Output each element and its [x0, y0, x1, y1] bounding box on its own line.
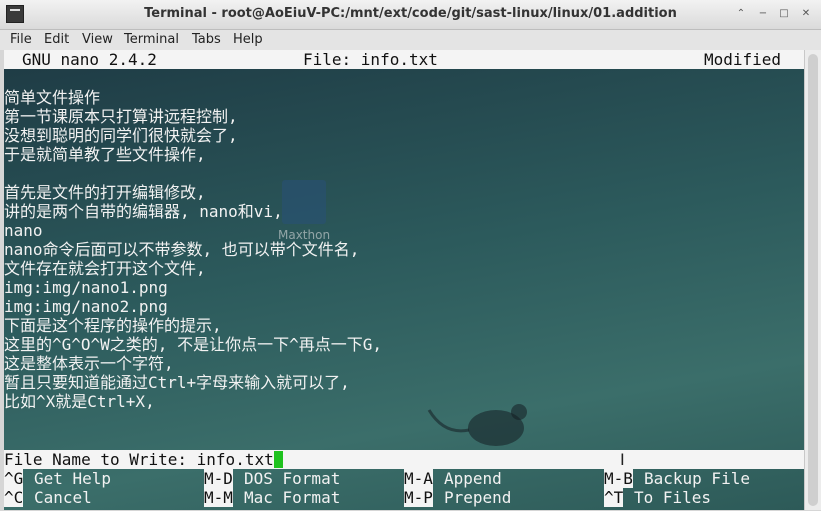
- shade-button[interactable]: ⌃: [733, 6, 749, 22]
- nano-modified-status: Modified: [704, 50, 782, 69]
- terminal-area[interactable]: Maxthon GNU nano 2.4.2 File: info.txt Mo…: [4, 50, 804, 510]
- menu-bar: File Edit View Terminal Tabs Help: [0, 30, 821, 50]
- filename-input[interactable]: info.txt: [197, 450, 274, 469]
- menu-tabs[interactable]: Tabs: [192, 32, 221, 47]
- shortcut-key[interactable]: M-B: [604, 469, 633, 488]
- text-line: nano命令后面可以不带参数, 也可以带个文件名,: [4, 240, 360, 259]
- shortcut-label[interactable]: DOS Format: [244, 469, 340, 488]
- text-line: 这是整体表示一个字符,: [4, 354, 174, 373]
- shortcut-label[interactable]: Cancel: [34, 488, 92, 507]
- text-cursor: [273, 451, 283, 468]
- menu-view[interactable]: View: [82, 32, 113, 47]
- menu-help[interactable]: Help: [233, 32, 263, 47]
- shortcut-label[interactable]: Mac Format: [244, 488, 340, 507]
- text-line: 文件存在就会打开这个文件,: [4, 259, 206, 278]
- text-line: 暂且只要知道能通过Ctrl+字母来输入就可以了,: [4, 373, 350, 392]
- scrollbar-thumb[interactable]: [808, 54, 818, 506]
- shortcut-key[interactable]: M-P: [404, 488, 433, 507]
- nano-version: GNU nano 2.4.2: [22, 50, 157, 69]
- terminal-window: Terminal - root@AoEiuV-PC:/mnt/ext/code/…: [0, 0, 821, 511]
- shortcut-key[interactable]: ^T: [604, 488, 624, 507]
- nano-header: GNU nano 2.4.2 File: info.txt Modified: [4, 50, 804, 69]
- text-line: img:img/nano2.png: [4, 297, 168, 316]
- title-bar[interactable]: Terminal - root@AoEiuV-PC:/mnt/ext/code/…: [0, 0, 821, 30]
- nano-filename: File: info.txt: [303, 50, 438, 69]
- text-line: 第一节课原本只打算讲远程控制,: [4, 107, 238, 126]
- shortcut-label[interactable]: To Files: [634, 488, 711, 507]
- shortcut-label[interactable]: Prepend: [444, 488, 511, 507]
- text-line: 讲的是两个自带的编辑器, nano和vi,: [4, 202, 283, 221]
- shortcut-label[interactable]: Append: [444, 469, 502, 488]
- text-line: 于是就简单教了些文件操作,: [4, 145, 206, 164]
- shortcut-key[interactable]: M-D: [204, 469, 233, 488]
- shortcut-label[interactable]: Get Help: [34, 469, 111, 488]
- text-line: img:img/nano1.png: [4, 278, 168, 297]
- prompt-line[interactable]: File Name to Write: info.txt: [4, 450, 283, 469]
- shortcut-label[interactable]: Backup File: [644, 469, 750, 488]
- desktop-app-icon: [282, 180, 326, 224]
- text-line: 没想到聪明的同学们很快就会了,: [4, 126, 238, 145]
- mouse-ibeam-cursor: I: [620, 450, 625, 469]
- prompt-label: File Name to Write:: [4, 450, 197, 469]
- shortcut-key[interactable]: M-A: [404, 469, 433, 488]
- close-button[interactable]: ✕: [798, 6, 814, 22]
- menu-edit[interactable]: Edit: [44, 32, 69, 47]
- text-line: 这里的^G^O^W之类的, 不是让你点一下^再点一下G,: [4, 335, 382, 354]
- shortcut-key[interactable]: M-M: [204, 488, 233, 507]
- maximize-button[interactable]: □: [776, 6, 792, 22]
- menu-terminal[interactable]: Terminal: [124, 32, 179, 47]
- text-line: 比如^X就是Ctrl+X,: [4, 392, 155, 411]
- save-filename-prompt[interactable]: File Name to Write: info.txt: [4, 450, 804, 469]
- vertical-scrollbar[interactable]: [804, 50, 821, 510]
- text-line: 简单文件操作: [4, 88, 101, 107]
- text-line: 首先是文件的打开编辑修改,: [4, 183, 206, 202]
- text-line: nano: [4, 221, 43, 240]
- shortcut-key[interactable]: ^G: [4, 469, 24, 488]
- minimize-button[interactable]: −: [755, 6, 771, 22]
- menu-file[interactable]: File: [10, 32, 32, 47]
- shortcut-key[interactable]: ^C: [4, 488, 24, 507]
- window-title: Terminal - root@AoEiuV-PC:/mnt/ext/code/…: [144, 6, 677, 21]
- text-line: 下面是这个程序的操作的提示,: [4, 316, 222, 335]
